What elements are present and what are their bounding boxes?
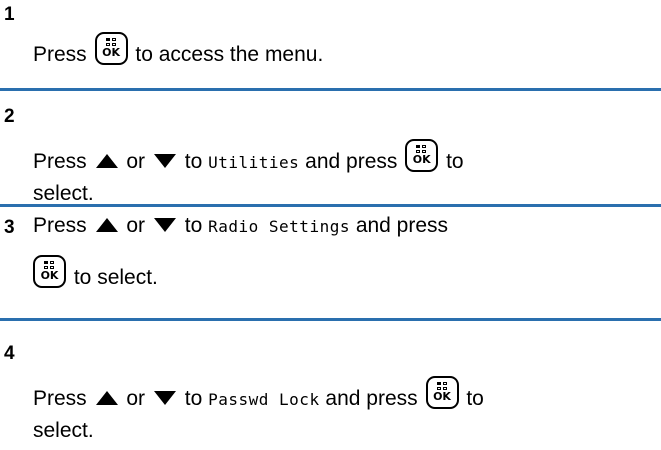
step-number: 3 <box>4 217 15 238</box>
or-label: or <box>126 150 146 173</box>
menu-item-name: Passwd Lock <box>208 390 320 409</box>
up-arrow-icon <box>95 391 118 405</box>
step-divider <box>0 88 661 91</box>
or-label: or <box>126 214 146 237</box>
press-label: Press <box>33 150 87 173</box>
menu-item-name: Radio Settings <box>208 217 350 236</box>
to-label: to <box>446 150 464 173</box>
and-press-label: and press <box>325 387 418 410</box>
down-arrow-icon <box>153 218 176 232</box>
to-label: to <box>466 387 484 410</box>
menu-ok-key-icon: OK <box>425 376 459 409</box>
press-label: Press <box>33 387 87 410</box>
to-label: to <box>184 214 203 237</box>
select-label: select. <box>33 182 94 205</box>
step-number: 2 <box>4 106 15 127</box>
menu-ok-key-icon: OK <box>94 32 128 65</box>
step-text: Press or to Utilities and press OK to se… <box>33 139 653 209</box>
step-number: 4 <box>4 343 15 364</box>
or-label: or <box>126 387 146 410</box>
press-label: Press <box>33 214 87 237</box>
step-text: Press or to Passwd Lock and press OK to … <box>33 376 653 446</box>
menu-ok-key-icon: OK <box>33 255 66 288</box>
select-label: select. <box>33 419 94 442</box>
instruction-steps: 1 Press OK to access the menu. 2 Press o… <box>0 0 661 450</box>
step-divider <box>0 318 661 321</box>
step-text: Press or to Radio Settings and press OK … <box>33 210 653 293</box>
step-number: 1 <box>4 4 15 25</box>
step-divider <box>0 204 661 207</box>
down-arrow-icon <box>153 154 176 168</box>
up-arrow-icon <box>95 154 118 168</box>
to-label: to <box>184 150 203 173</box>
menu-ok-key-icon: OK <box>405 139 439 172</box>
and-press-label: and press <box>355 214 449 237</box>
menu-item-name: Utilities <box>208 153 300 172</box>
up-arrow-icon <box>95 218 118 232</box>
and-press-label: and press <box>305 150 398 173</box>
step-text: Press OK to access the menu. <box>33 32 653 70</box>
down-arrow-icon <box>153 391 176 405</box>
step-instruction: to access the menu. <box>135 43 324 66</box>
to-label: to <box>184 387 203 410</box>
press-label: Press <box>33 43 87 66</box>
select-label: to select. <box>73 266 158 289</box>
